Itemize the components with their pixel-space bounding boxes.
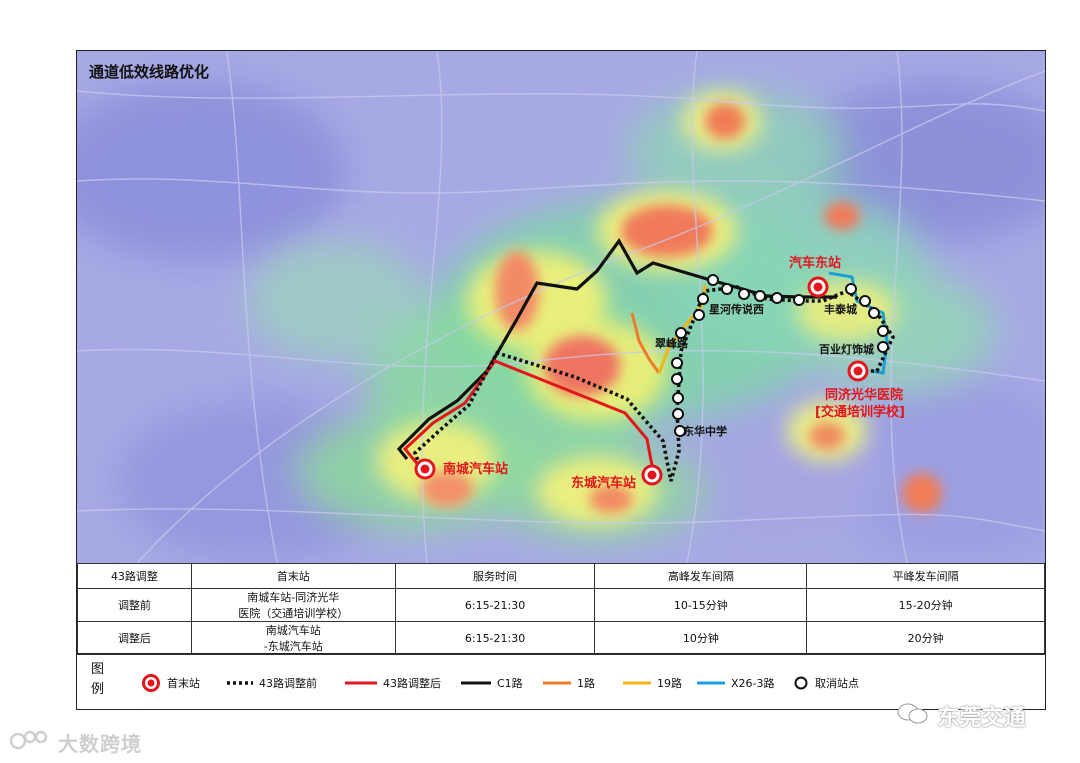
- table-cell-stations: 南城车站-同济光华 医院（交通培训学校）: [190, 588, 396, 622]
- legend-label: 1路: [577, 677, 595, 690]
- heatmap-map[interactable]: 星河传说西 丰泰城 翠峰路 东华中学 百业灯饰城 南城汽车站 东城汽车站 汽车东…: [77, 51, 1045, 563]
- blue-line-icon: [697, 681, 725, 685]
- legend-label: 取消站点: [815, 677, 859, 690]
- cancelled-stop[interactable]: [671, 357, 683, 369]
- terminal-label-dongcheng: 东城汽车站: [571, 475, 636, 491]
- stations-line: 医院（交通培训学校）: [238, 607, 349, 620]
- orange-line-icon: [543, 681, 571, 685]
- terminal-qichedong[interactable]: [807, 276, 829, 298]
- watermark-right-text: 东莞交通: [937, 706, 1026, 731]
- route-adjustment-table: 43路调整 首末站 服务时间 高峰发车间隔 平峰发车间隔 调整前 南城车站-同济…: [77, 563, 1045, 655]
- cancelled-stop[interactable]: [771, 292, 783, 304]
- legend-item-cancel: 取消站点: [793, 674, 859, 692]
- watermark-logo-icon: [10, 730, 48, 750]
- red-line-icon: [345, 681, 377, 685]
- legend-title: 图 例: [91, 660, 105, 700]
- cancelled-stop-icon: [794, 676, 808, 690]
- watermark-left: 大数跨境: [10, 728, 142, 757]
- cancelled-stop[interactable]: [738, 288, 750, 300]
- table-cell-time: 6:15-21:30: [394, 621, 596, 655]
- yellow-line-icon: [623, 681, 651, 685]
- legend-item-before: 43路调整前: [227, 674, 317, 692]
- table-cell-peak: 10分钟: [594, 621, 808, 655]
- table-cell-label: 调整前: [77, 588, 192, 622]
- legend-label: 19路: [657, 677, 682, 690]
- cancelled-stop[interactable]: [859, 295, 871, 307]
- stations-line: -东城汽车站: [263, 640, 323, 653]
- terminal-label-tongji-1: 同济光华医院: [825, 387, 903, 403]
- table-cell-time: 6:15-21:30: [394, 588, 596, 622]
- stop-label-xinghe: 星河传说西: [709, 302, 764, 316]
- table-header-row: 43路调整 首末站 服务时间 高峰发车间隔 平峰发车间隔: [77, 563, 1045, 589]
- stop-label-donghua: 东华中学: [683, 424, 727, 438]
- cancelled-stop[interactable]: [693, 309, 705, 321]
- table-header: 43路调整: [77, 563, 192, 589]
- legend-item-after: 43路调整后: [345, 674, 441, 692]
- stop-label-fengtai: 丰泰城: [824, 302, 857, 316]
- map-canvas: 星河传说西 丰泰城 翠峰路 东华中学 百业灯饰城 南城汽车站 东城汽车站 汽车东…: [77, 51, 1045, 563]
- terminal-icon: [142, 674, 160, 692]
- cancelled-stop[interactable]: [868, 307, 880, 319]
- legend-label: 43路调整前: [259, 677, 317, 690]
- cancelled-stop[interactable]: [793, 294, 805, 306]
- cancelled-stop[interactable]: [672, 392, 684, 404]
- table-cell-offpeak: 15-20分钟: [806, 588, 1045, 622]
- legend-item-terminal: 首末站: [141, 674, 200, 692]
- legend-title-char: 图: [91, 662, 105, 677]
- legend-label: 首末站: [167, 677, 200, 690]
- cancelled-stop[interactable]: [721, 283, 733, 295]
- cancelled-stop[interactable]: [671, 373, 683, 385]
- terminal-tongji[interactable]: [847, 360, 869, 382]
- terminal-label-qichedong: 汽车东站: [789, 255, 841, 271]
- table-cell-peak: 10-15分钟: [594, 588, 808, 622]
- legend-label: 43路调整后: [383, 677, 441, 690]
- table-cell-stations: 南城汽车站 -东城汽车站: [190, 621, 396, 655]
- figure-frame: 星河传说西 丰泰城 翠峰路 东华中学 百业灯饰城 南城汽车站 东城汽车站 汽车东…: [76, 50, 1046, 710]
- table-header: 服务时间: [394, 563, 596, 589]
- wechat-icon: [897, 703, 928, 724]
- watermark-left-text: 大数跨境: [57, 732, 142, 756]
- table-header: 平峰发车间隔: [806, 563, 1045, 589]
- legend-item-x26: X26-3路: [697, 674, 775, 692]
- cancelled-stop[interactable]: [754, 290, 766, 302]
- cancelled-stop[interactable]: [707, 274, 719, 286]
- stop-label-cuifeng: 翠峰路: [655, 336, 689, 350]
- watermark-right: 东莞交通: [896, 700, 1026, 732]
- terminal-label-nancheng: 南城汽车站: [443, 461, 508, 477]
- table-cell-label: 调整后: [77, 621, 192, 655]
- legend-label: X26-3路: [731, 677, 775, 690]
- legend-item-c1: C1路: [461, 674, 523, 692]
- dotted-line-icon: [227, 681, 253, 685]
- legend-item-r1: 1路: [543, 674, 595, 692]
- table-row: 调整后 南城汽车站 -东城汽车站 6:15-21:30 10分钟 20分钟: [77, 621, 1045, 655]
- terminal-label-tongji-2: [交通培训学校]: [815, 404, 905, 420]
- stations-line: 南城汽车站: [265, 624, 321, 637]
- cancelled-stop[interactable]: [877, 325, 889, 337]
- cancelled-stop[interactable]: [877, 341, 889, 353]
- table-row: 调整前 南城车站-同济光华 医院（交通培训学校） 6:15-21:30 10-1…: [77, 588, 1045, 622]
- cancelled-stop[interactable]: [672, 408, 684, 420]
- cancelled-stop[interactable]: [697, 293, 709, 305]
- legend-label: C1路: [497, 677, 523, 690]
- cancelled-stop[interactable]: [845, 283, 857, 295]
- table-header: 首末站: [190, 563, 396, 589]
- terminal-dongcheng[interactable]: [641, 464, 663, 486]
- table-cell-offpeak: 20分钟: [806, 621, 1045, 655]
- table-header: 高峰发车间隔: [594, 563, 808, 589]
- black-line-icon: [461, 681, 491, 685]
- stations-line: 南城车站-同济光华: [247, 591, 340, 604]
- terminal-nancheng[interactable]: [414, 458, 436, 480]
- stop-label-baiye: 百业灯饰城: [819, 342, 874, 356]
- legend-item-r19: 19路: [623, 674, 682, 692]
- legend-title-char: 例: [91, 682, 105, 697]
- map-title: 通道低效线路优化: [89, 63, 210, 81]
